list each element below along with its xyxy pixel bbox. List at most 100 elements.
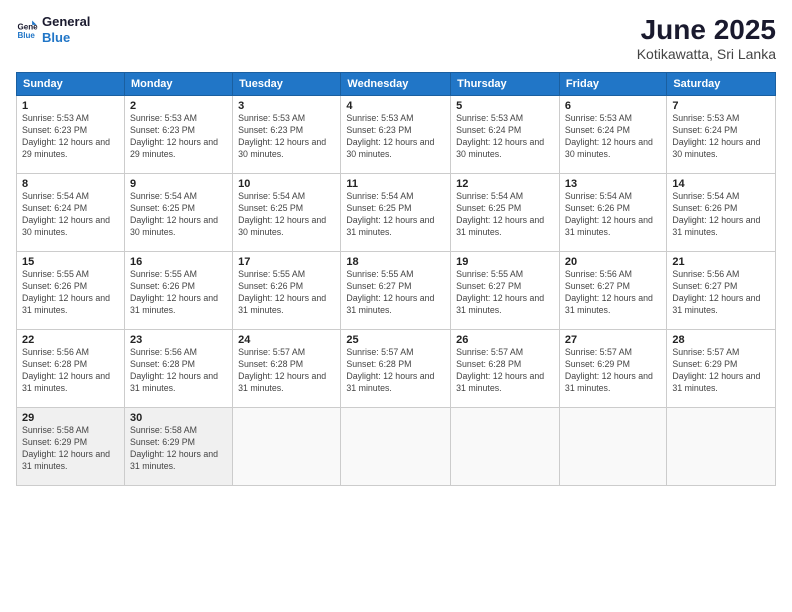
- day-detail: Sunrise: 5:54 AMSunset: 6:24 PMDaylight:…: [22, 191, 119, 239]
- location-subtitle: Kotikawatta, Sri Lanka: [637, 46, 776, 62]
- day-cell: 18 Sunrise: 5:55 AMSunset: 6:27 PMDaylig…: [341, 252, 451, 330]
- day-number: 4: [346, 100, 445, 112]
- day-detail: Sunrise: 5:53 AMSunset: 6:24 PMDaylight:…: [672, 113, 770, 161]
- day-cell: 19 Sunrise: 5:55 AMSunset: 6:27 PMDaylig…: [451, 252, 560, 330]
- day-cell: 22 Sunrise: 5:56 AMSunset: 6:28 PMDaylig…: [17, 330, 125, 408]
- day-detail: Sunrise: 5:56 AMSunset: 6:27 PMDaylight:…: [672, 269, 770, 317]
- calendar-page: General Blue General Blue June 2025 Koti…: [0, 0, 792, 612]
- day-number: 1: [22, 100, 119, 112]
- weekday-monday: Monday: [124, 73, 232, 96]
- day-detail: Sunrise: 5:53 AMSunset: 6:23 PMDaylight:…: [238, 113, 335, 161]
- day-number: 5: [456, 100, 554, 112]
- day-number: 7: [672, 100, 770, 112]
- weekday-tuesday: Tuesday: [233, 73, 341, 96]
- day-cell: 3 Sunrise: 5:53 AMSunset: 6:23 PMDayligh…: [233, 96, 341, 174]
- day-number: 10: [238, 178, 335, 190]
- day-number: 6: [565, 100, 661, 112]
- day-cell: 14 Sunrise: 5:54 AMSunset: 6:26 PMDaylig…: [667, 174, 776, 252]
- day-number: 29: [22, 412, 119, 424]
- day-cell: 17 Sunrise: 5:55 AMSunset: 6:26 PMDaylig…: [233, 252, 341, 330]
- day-cell: 26 Sunrise: 5:57 AMSunset: 6:28 PMDaylig…: [451, 330, 560, 408]
- day-cell: 2 Sunrise: 5:53 AMSunset: 6:23 PMDayligh…: [124, 96, 232, 174]
- day-number: 2: [130, 100, 227, 112]
- day-cell: 7 Sunrise: 5:53 AMSunset: 6:24 PMDayligh…: [667, 96, 776, 174]
- day-detail: Sunrise: 5:54 AMSunset: 6:25 PMDaylight:…: [456, 191, 554, 239]
- day-cell: 10 Sunrise: 5:54 AMSunset: 6:25 PMDaylig…: [233, 174, 341, 252]
- day-number: 25: [346, 334, 445, 346]
- day-cell: [559, 408, 666, 486]
- day-detail: Sunrise: 5:58 AMSunset: 6:29 PMDaylight:…: [22, 425, 119, 473]
- day-number: 30: [130, 412, 227, 424]
- day-detail: Sunrise: 5:57 AMSunset: 6:28 PMDaylight:…: [456, 347, 554, 395]
- day-detail: Sunrise: 5:53 AMSunset: 6:23 PMDaylight:…: [346, 113, 445, 161]
- day-detail: Sunrise: 5:57 AMSunset: 6:29 PMDaylight:…: [565, 347, 661, 395]
- day-cell: [341, 408, 451, 486]
- day-number: 28: [672, 334, 770, 346]
- day-cell: 23 Sunrise: 5:56 AMSunset: 6:28 PMDaylig…: [124, 330, 232, 408]
- day-detail: Sunrise: 5:54 AMSunset: 6:26 PMDaylight:…: [565, 191, 661, 239]
- day-cell: 12 Sunrise: 5:54 AMSunset: 6:25 PMDaylig…: [451, 174, 560, 252]
- day-number: 12: [456, 178, 554, 190]
- logo-icon: General Blue: [16, 19, 38, 41]
- svg-text:Blue: Blue: [17, 31, 35, 40]
- day-number: 19: [456, 256, 554, 268]
- day-cell: 8 Sunrise: 5:54 AMSunset: 6:24 PMDayligh…: [17, 174, 125, 252]
- day-detail: Sunrise: 5:53 AMSunset: 6:23 PMDaylight:…: [22, 113, 119, 161]
- day-number: 18: [346, 256, 445, 268]
- week-row-1: 1 Sunrise: 5:53 AMSunset: 6:23 PMDayligh…: [17, 96, 776, 174]
- day-cell: 6 Sunrise: 5:53 AMSunset: 6:24 PMDayligh…: [559, 96, 666, 174]
- day-cell: 28 Sunrise: 5:57 AMSunset: 6:29 PMDaylig…: [667, 330, 776, 408]
- day-cell: 25 Sunrise: 5:57 AMSunset: 6:28 PMDaylig…: [341, 330, 451, 408]
- month-title: June 2025: [637, 14, 776, 46]
- day-cell: 11 Sunrise: 5:54 AMSunset: 6:25 PMDaylig…: [341, 174, 451, 252]
- day-cell: [667, 408, 776, 486]
- day-number: 3: [238, 100, 335, 112]
- day-detail: Sunrise: 5:53 AMSunset: 6:23 PMDaylight:…: [130, 113, 227, 161]
- day-number: 13: [565, 178, 661, 190]
- day-cell: 4 Sunrise: 5:53 AMSunset: 6:23 PMDayligh…: [341, 96, 451, 174]
- weekday-sunday: Sunday: [17, 73, 125, 96]
- day-number: 23: [130, 334, 227, 346]
- day-number: 8: [22, 178, 119, 190]
- weekday-saturday: Saturday: [667, 73, 776, 96]
- logo-text: General Blue: [42, 14, 90, 45]
- weekday-header-row: SundayMondayTuesdayWednesdayThursdayFrid…: [17, 73, 776, 96]
- day-number: 16: [130, 256, 227, 268]
- day-detail: Sunrise: 5:56 AMSunset: 6:28 PMDaylight:…: [130, 347, 227, 395]
- day-number: 15: [22, 256, 119, 268]
- day-number: 14: [672, 178, 770, 190]
- week-row-5: 29 Sunrise: 5:58 AMSunset: 6:29 PMDaylig…: [17, 408, 776, 486]
- day-cell: [451, 408, 560, 486]
- day-number: 11: [346, 178, 445, 190]
- day-cell: 21 Sunrise: 5:56 AMSunset: 6:27 PMDaylig…: [667, 252, 776, 330]
- week-row-2: 8 Sunrise: 5:54 AMSunset: 6:24 PMDayligh…: [17, 174, 776, 252]
- day-detail: Sunrise: 5:54 AMSunset: 6:25 PMDaylight:…: [130, 191, 227, 239]
- day-detail: Sunrise: 5:55 AMSunset: 6:26 PMDaylight:…: [238, 269, 335, 317]
- calendar-table: SundayMondayTuesdayWednesdayThursdayFrid…: [16, 72, 776, 486]
- day-detail: Sunrise: 5:55 AMSunset: 6:26 PMDaylight:…: [130, 269, 227, 317]
- day-number: 9: [130, 178, 227, 190]
- day-cell: 16 Sunrise: 5:55 AMSunset: 6:26 PMDaylig…: [124, 252, 232, 330]
- day-detail: Sunrise: 5:56 AMSunset: 6:27 PMDaylight:…: [565, 269, 661, 317]
- weekday-wednesday: Wednesday: [341, 73, 451, 96]
- day-number: 21: [672, 256, 770, 268]
- day-number: 22: [22, 334, 119, 346]
- day-cell: 24 Sunrise: 5:57 AMSunset: 6:28 PMDaylig…: [233, 330, 341, 408]
- day-number: 17: [238, 256, 335, 268]
- day-cell: 9 Sunrise: 5:54 AMSunset: 6:25 PMDayligh…: [124, 174, 232, 252]
- title-block: June 2025 Kotikawatta, Sri Lanka: [637, 14, 776, 62]
- day-detail: Sunrise: 5:56 AMSunset: 6:28 PMDaylight:…: [22, 347, 119, 395]
- day-detail: Sunrise: 5:55 AMSunset: 6:27 PMDaylight:…: [346, 269, 445, 317]
- day-detail: Sunrise: 5:53 AMSunset: 6:24 PMDaylight:…: [456, 113, 554, 161]
- day-detail: Sunrise: 5:57 AMSunset: 6:28 PMDaylight:…: [238, 347, 335, 395]
- day-detail: Sunrise: 5:55 AMSunset: 6:27 PMDaylight:…: [456, 269, 554, 317]
- day-detail: Sunrise: 5:57 AMSunset: 6:29 PMDaylight:…: [672, 347, 770, 395]
- day-detail: Sunrise: 5:58 AMSunset: 6:29 PMDaylight:…: [130, 425, 227, 473]
- day-cell: 27 Sunrise: 5:57 AMSunset: 6:29 PMDaylig…: [559, 330, 666, 408]
- day-number: 27: [565, 334, 661, 346]
- day-cell: 20 Sunrise: 5:56 AMSunset: 6:27 PMDaylig…: [559, 252, 666, 330]
- day-detail: Sunrise: 5:54 AMSunset: 6:25 PMDaylight:…: [238, 191, 335, 239]
- logo: General Blue General Blue: [16, 14, 90, 45]
- day-cell: 30 Sunrise: 5:58 AMSunset: 6:29 PMDaylig…: [124, 408, 232, 486]
- day-detail: Sunrise: 5:54 AMSunset: 6:26 PMDaylight:…: [672, 191, 770, 239]
